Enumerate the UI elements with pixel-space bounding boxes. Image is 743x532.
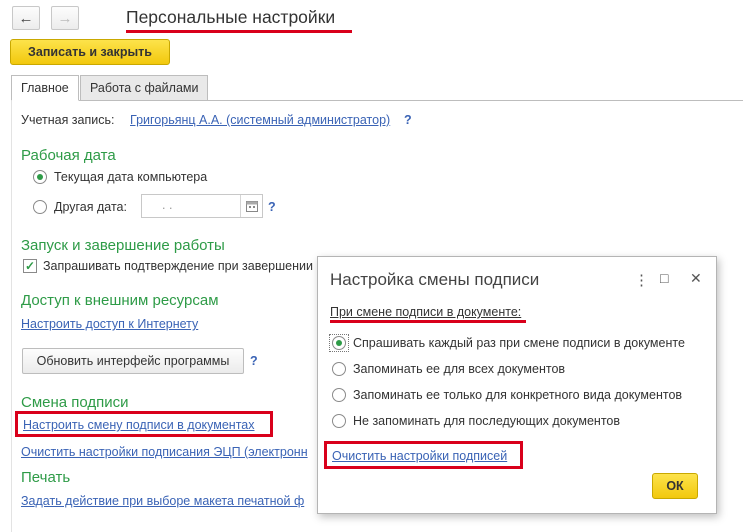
date-input[interactable]: . . <box>141 194 263 218</box>
signature-heading: Смена подписи <box>21 394 129 411</box>
internet-access-link[interactable]: Настроить доступ к Интернету <box>21 317 198 331</box>
close-icon[interactable]: ✕ <box>690 270 702 287</box>
signature-settings-dialog: Настройка смены подписи ⋮ □ ✕ При смене … <box>317 256 717 514</box>
option-label-2: Запоминать ее для всех документов <box>353 362 566 376</box>
account-help-icon[interactable]: ? <box>404 113 412 127</box>
ok-button[interactable]: ОК <box>652 473 698 499</box>
update-help-icon[interactable]: ? <box>250 354 258 368</box>
menu-icon[interactable]: ⋮ <box>634 271 649 289</box>
current-date-label: Текущая дата компьютера <box>54 170 208 184</box>
account-link[interactable]: Григорьянц А.А. (системный администратор… <box>130 113 390 127</box>
confirm-exit-label: Запрашивать подтверждение при завершении <box>43 259 313 273</box>
highlight-box-signature-link <box>15 411 273 437</box>
maximize-icon[interactable]: □ <box>660 270 668 286</box>
tab-main[interactable]: Главное <box>11 75 79 101</box>
prompt-highlight-underline <box>330 320 526 323</box>
title-highlight-underline <box>126 30 352 33</box>
option-radio-2[interactable] <box>332 362 346 376</box>
radio-current-date[interactable] <box>33 170 47 184</box>
dialog-title: Настройка смены подписи <box>330 270 540 289</box>
date-help-icon[interactable]: ? <box>268 200 276 214</box>
option-label-4: Не запоминать для последующих документов <box>353 414 620 428</box>
work-date-heading: Рабочая дата <box>21 147 116 164</box>
tab-panel-border <box>11 100 12 532</box>
arrow-left-icon: ← <box>18 9 34 27</box>
print-action-link[interactable]: Задать действие при выборе макета печатн… <box>21 494 304 508</box>
external-resources-heading: Доступ к внешним ресурсам <box>21 292 219 309</box>
highlight-box-clear-link <box>324 441 523 469</box>
dialog-prompt: При смене подписи в документе: <box>330 305 522 319</box>
tab-files[interactable]: Работа с файлами <box>80 75 209 101</box>
other-date-label: Другая дата: <box>54 200 127 214</box>
save-and-close-button[interactable]: Записать и закрыть <box>10 39 170 65</box>
option-radio-4[interactable] <box>332 414 346 428</box>
print-heading: Печать <box>21 469 71 486</box>
option-label-1: Спрашивать каждый раз при смене подписи … <box>353 336 685 350</box>
clear-ecp-link[interactable]: Очистить настройки подписания ЭЦП (элект… <box>21 445 308 459</box>
date-placeholder: . . <box>162 198 173 212</box>
update-interface-button[interactable]: Обновить интерфейс программы <box>22 348 244 374</box>
confirm-exit-checkbox[interactable]: ✓ <box>23 259 37 273</box>
option-radio-1[interactable] <box>332 336 346 350</box>
page-title: Персональные настройки <box>126 7 336 27</box>
option-radio-3[interactable] <box>332 388 346 402</box>
arrow-right-icon: → <box>57 9 73 27</box>
option-label-3: Запоминать ее только для конкретного вид… <box>353 388 683 402</box>
calendar-icon[interactable] <box>240 195 262 217</box>
radio-other-date[interactable] <box>33 200 47 214</box>
account-label: Учетная запись: <box>21 113 115 127</box>
startup-heading: Запуск и завершение работы <box>21 237 225 254</box>
back-button[interactable]: ← <box>12 6 40 30</box>
forward-button[interactable]: → <box>51 6 79 30</box>
